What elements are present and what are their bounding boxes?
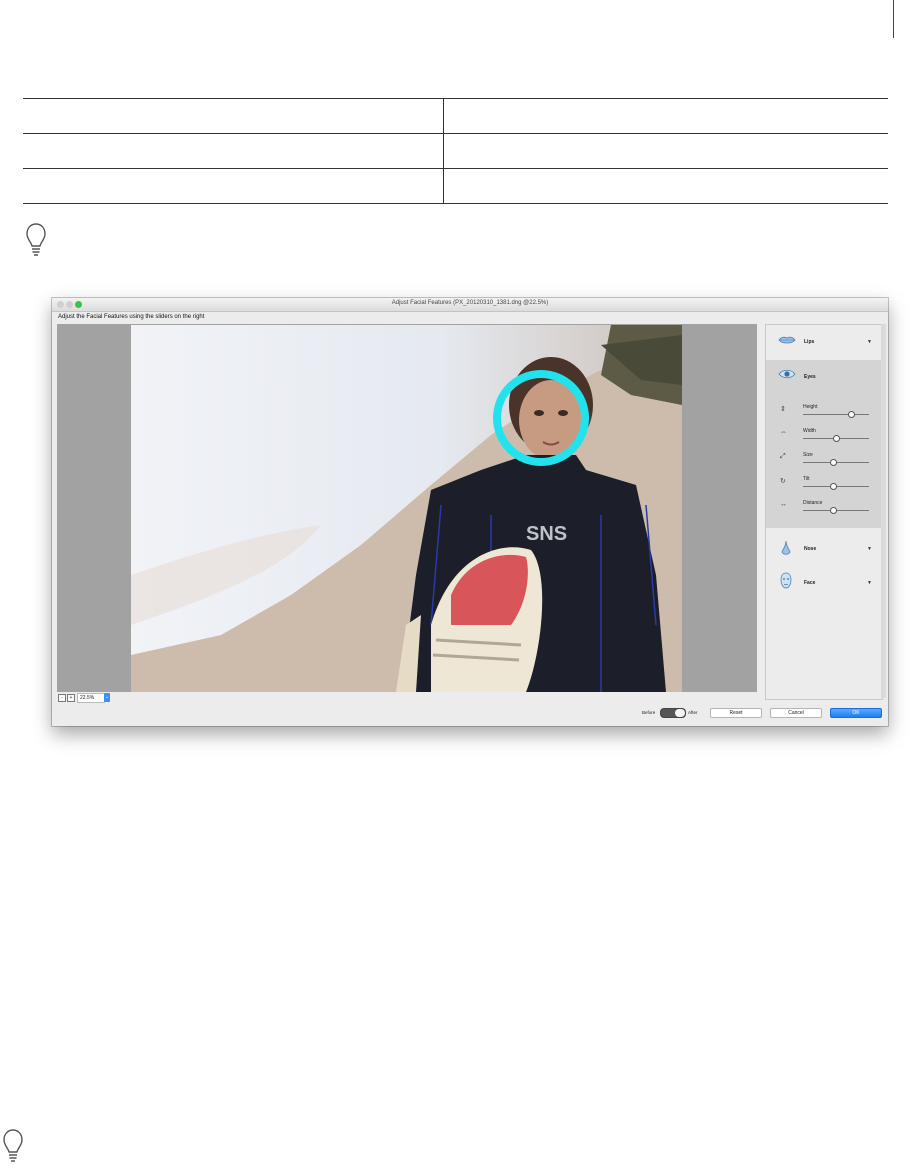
slider-label: Distance: [803, 500, 823, 506]
face-section-header[interactable]: Face ▼: [766, 566, 882, 598]
title-bar: Adjust Facial Features (PX_20120310_1381…: [52, 298, 888, 312]
lightbulb-icon: [26, 223, 46, 256]
face-label: Face: [804, 580, 816, 586]
distance-icon: ↔: [780, 501, 787, 508]
slider-handle[interactable]: [847, 411, 855, 418]
slider-label: Tilt: [803, 476, 810, 482]
panel-scrollbar[interactable]: [881, 324, 886, 698]
chevron-down-icon: ⌄: [104, 694, 110, 700]
minus-icon: -: [61, 695, 63, 701]
eye-highlight-circle: [493, 370, 589, 466]
slider-tilt: ↻ Tilt: [766, 476, 882, 498]
page-edge-rule: [893, 0, 894, 38]
lips-icon: [778, 336, 796, 344]
tilt-icon: ↻: [780, 478, 786, 485]
face-expand-arrow[interactable]: ▼: [867, 580, 872, 586]
table-row: [23, 98, 888, 134]
lightbulb-icon: [3, 1129, 23, 1162]
eyes-section: Eyes ⇕ Height ⇔ Width ⤢ Size ↻ Tilt ↔ Distance: [766, 360, 882, 528]
height-icon: ⇕: [780, 406, 786, 413]
wetsuit-logo-text: SNS: [526, 523, 567, 545]
lips-label: Lips: [804, 339, 815, 345]
eye-icon: [778, 369, 796, 379]
width-icon: ⇔: [780, 429, 787, 436]
zoom-bar: - + 22.5% ⌄: [57, 693, 757, 703]
slider-handle[interactable]: [829, 507, 837, 514]
slider-height: ⇕ Height: [766, 404, 882, 426]
slider-handle[interactable]: [829, 459, 837, 466]
photo-preview: SNS: [131, 325, 682, 692]
slider-width: ⇔ Width: [766, 428, 882, 450]
slider-handle[interactable]: [829, 483, 837, 490]
eyes-section-header[interactable]: Eyes: [766, 360, 882, 392]
table-row: [23, 133, 888, 169]
nose-section-header[interactable]: Nose ▼: [766, 532, 882, 564]
zoom-out-button[interactable]: -: [58, 694, 66, 702]
slider-label: Height: [803, 404, 818, 410]
zoom-dropdown-button[interactable]: ⌄: [104, 693, 110, 702]
plus-icon: +: [69, 695, 73, 701]
lips-expand-arrow[interactable]: ▼: [867, 339, 872, 345]
cancel-button[interactable]: Cancel: [770, 708, 822, 718]
nose-label: Nose: [804, 546, 817, 552]
adjust-facial-features-dialog: Adjust Facial Features (PX_20120310_1381…: [52, 298, 888, 726]
before-after-toggle[interactable]: [660, 708, 686, 718]
table-row: [23, 168, 888, 204]
size-icon: ⤢: [780, 453, 786, 460]
reset-button[interactable]: Reset: [710, 708, 762, 718]
nose-expand-arrow[interactable]: ▼: [867, 546, 872, 552]
window-title: Adjust Facial Features (PX_20120310_1381…: [391, 300, 549, 306]
after-label: After: [688, 710, 698, 715]
slider-label: Width: [803, 428, 816, 434]
slider-label: Size: [803, 452, 813, 458]
face-icon: [780, 572, 792, 589]
before-label: Before: [642, 710, 656, 715]
lips-section-header[interactable]: Lips ▼: [766, 325, 882, 357]
ok-button[interactable]: OK: [830, 708, 882, 718]
image-canvas[interactable]: SNS: [57, 324, 757, 692]
document-table: [23, 98, 888, 204]
slider-distance: ↔ Distance: [766, 500, 882, 522]
instruction-text: Adjust the Facial Features using the sli…: [58, 314, 205, 320]
slider-handle[interactable]: [833, 435, 840, 442]
zoom-in-button[interactable]: +: [67, 694, 75, 702]
facial-features-panel: Lips ▼ Eyes ⇕ Height ⇔ Width ⤢ Size ↻ Tilt ↔ Dist…: [765, 324, 883, 700]
slider-size: ⤢ Size: [766, 452, 882, 474]
eyes-label: Eyes: [804, 374, 816, 380]
nose-icon: [781, 540, 791, 555]
dialog-footer: Before After Reset Cancel OK: [52, 702, 888, 726]
photo-image: SNS: [131, 325, 682, 692]
slider-track[interactable]: [803, 414, 869, 415]
